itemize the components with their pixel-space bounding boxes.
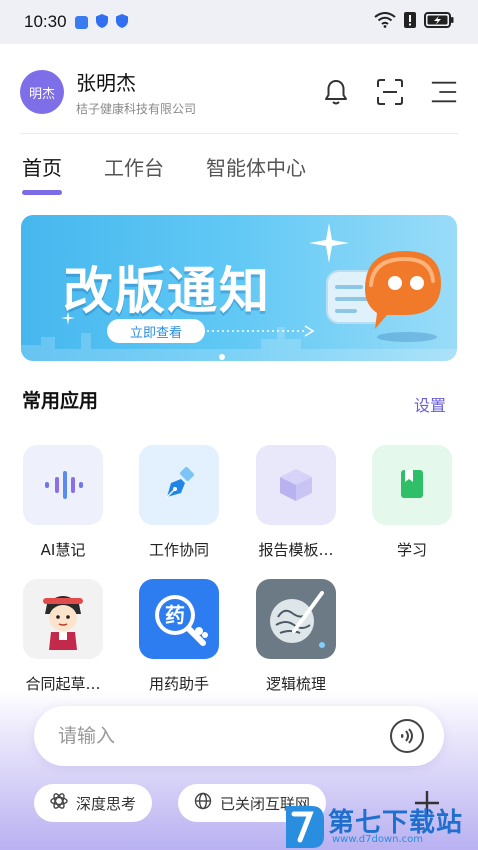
- app-learning[interactable]: 学习: [357, 445, 467, 560]
- tab-agent-center[interactable]: 智能体中心: [206, 152, 306, 195]
- app-report-templates[interactable]: 报告模板…: [241, 445, 351, 560]
- main-tabs: 首页 工作台 智能体中心: [22, 152, 306, 195]
- voice-input-icon[interactable]: [390, 719, 424, 753]
- carousel-indicator: [219, 354, 225, 360]
- app-logic-organize[interactable]: 逻辑梳理: [241, 579, 351, 694]
- atom-icon: [50, 792, 68, 814]
- banner-cta-button[interactable]: 立即查看: [107, 319, 205, 343]
- pen-nib-icon: [139, 445, 219, 525]
- shield-icon: [95, 13, 108, 32]
- voice-wave-icon: [23, 445, 103, 525]
- user-company: 桔子健康科技有限公司: [76, 102, 197, 116]
- chat-bubble-illustration: [326, 251, 441, 342]
- status-right: [374, 12, 454, 32]
- section-title-common-apps: 常用应用: [22, 390, 99, 412]
- banner-title: 改版通知: [63, 262, 271, 320]
- sim-alert-icon: [404, 12, 416, 32]
- wifi-icon: [374, 12, 396, 32]
- tab-home[interactable]: 首页: [22, 152, 62, 195]
- app-contract-drafting[interactable]: 合同起草…: [8, 579, 118, 694]
- avatar[interactable]: 明杰: [20, 70, 64, 114]
- header-actions: [322, 78, 458, 106]
- app-medication-assistant[interactable]: 药 用药助手: [124, 579, 234, 694]
- arrow-right-icon: [207, 325, 315, 337]
- app-collaboration[interactable]: 工作协同: [124, 445, 234, 560]
- app-label: AI慧记: [40, 541, 86, 559]
- watermark-url: www.d7down.com: [332, 834, 424, 845]
- app-label: 工作协同: [148, 541, 209, 559]
- book-icon: [372, 445, 452, 525]
- bell-icon[interactable]: [322, 78, 350, 106]
- app-label: 报告模板…: [258, 541, 334, 559]
- announcement-banner[interactable]: 改版通知 立即查看: [21, 215, 457, 361]
- header-divider: [20, 133, 458, 134]
- globe-icon: [194, 792, 212, 814]
- svg-text:药: 药: [165, 603, 185, 627]
- cube-icon: [256, 445, 336, 525]
- battery-charging-icon: [424, 12, 454, 32]
- status-time: 10:30: [24, 12, 67, 31]
- chip-label: 深度思考: [76, 794, 137, 813]
- status-bar: 10:30: [0, 0, 478, 44]
- chat-input[interactable]: [58, 725, 390, 747]
- user-info: 张明杰 桔子健康科技有限公司: [76, 67, 196, 117]
- notification-app-icon: [74, 15, 88, 29]
- chat-input-bar: [34, 706, 444, 766]
- cartoon-avatar-icon: [23, 579, 103, 659]
- deep-thinking-chip[interactable]: 深度思考: [34, 784, 153, 822]
- medicine-search-icon: 药: [139, 579, 219, 659]
- watermark: 第七下载站 www.d7down.com: [282, 800, 478, 850]
- scan-icon[interactable]: [376, 78, 404, 106]
- header: 明杰 张明杰 桔子健康科技有限公司: [0, 52, 478, 132]
- tab-workbench[interactable]: 工作台: [104, 152, 164, 195]
- sparkle-small-icon: [61, 311, 75, 325]
- settings-link[interactable]: 设置: [414, 392, 446, 416]
- shield-icon: [115, 13, 128, 32]
- menu-icon[interactable]: [430, 78, 458, 106]
- app-ai-notes[interactable]: AI慧记: [8, 445, 118, 560]
- user-name: 张明杰: [76, 71, 136, 95]
- status-left: 10:30: [24, 12, 128, 32]
- brain-pen-icon: [256, 579, 336, 659]
- app-label: 学习: [396, 541, 427, 559]
